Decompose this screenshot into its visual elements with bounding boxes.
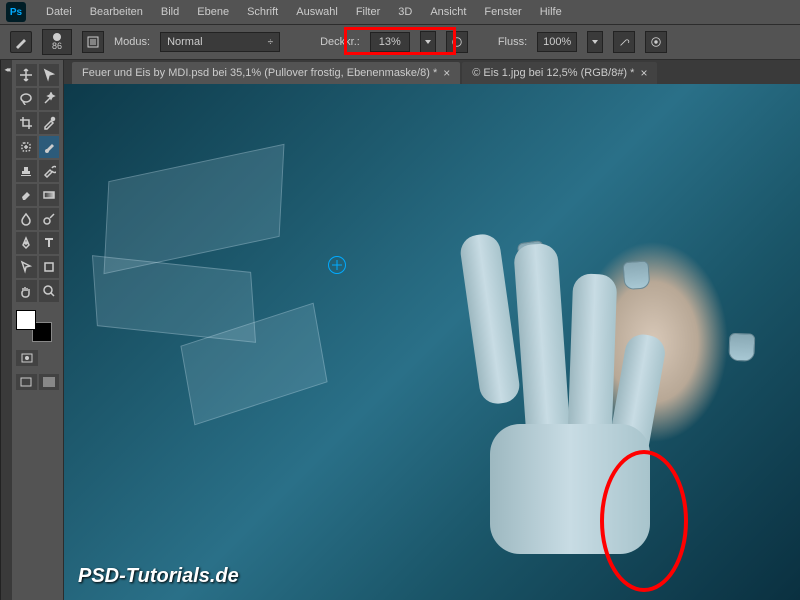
mode-label: Modus: bbox=[114, 36, 150, 48]
canvas-image-hand bbox=[420, 224, 680, 584]
eraser-tool[interactable] bbox=[16, 184, 37, 206]
zoom-tool[interactable] bbox=[39, 280, 60, 302]
crop-tool[interactable] bbox=[16, 112, 37, 134]
stamp-tool[interactable] bbox=[16, 160, 37, 182]
pressure-size-toggle[interactable] bbox=[645, 31, 667, 53]
menu-file[interactable]: Datei bbox=[38, 2, 80, 22]
tab-label: © Eis 1.jpg bei 12,5% (RGB/8#) * bbox=[472, 67, 634, 79]
direct-select-tool[interactable] bbox=[16, 256, 37, 278]
menu-edit[interactable]: Bearbeiten bbox=[82, 2, 151, 22]
canvas[interactable]: PSD-Tutorials.de bbox=[64, 84, 800, 600]
menu-3d[interactable]: 3D bbox=[390, 2, 420, 22]
options-bar: 86 Modus: Normal ÷ Deckkr.: 13% Fluss: 1… bbox=[0, 24, 800, 60]
gradient-tool[interactable] bbox=[39, 184, 60, 206]
blend-mode-value: Normal bbox=[167, 36, 202, 48]
watermark-text: PSD-Tutorials.de bbox=[78, 565, 239, 588]
opacity-label: Deckkr.: bbox=[320, 36, 360, 48]
brush-tool[interactable] bbox=[39, 136, 60, 158]
blur-tool[interactable] bbox=[16, 208, 37, 230]
tab-close-button[interactable]: × bbox=[443, 66, 450, 80]
menu-type[interactable]: Schrift bbox=[239, 2, 286, 22]
brush-cursor-icon bbox=[328, 256, 346, 274]
menu-view[interactable]: Ansicht bbox=[422, 2, 474, 22]
flow-label: Fluss: bbox=[498, 36, 527, 48]
flow-dropdown-arrow[interactable] bbox=[587, 31, 603, 53]
menu-select[interactable]: Auswahl bbox=[288, 2, 346, 22]
brush-size-label: 86 bbox=[52, 41, 62, 51]
tab-background-document[interactable]: © Eis 1.jpg bei 12,5% (RGB/8#) * × bbox=[462, 62, 657, 84]
flow-input[interactable]: 100% bbox=[537, 32, 577, 52]
healing-brush-tool[interactable] bbox=[16, 136, 37, 158]
menu-layer[interactable]: Ebene bbox=[189, 2, 237, 22]
opacity-input[interactable]: 13% bbox=[370, 32, 410, 52]
brush-dot-icon bbox=[53, 33, 61, 41]
document-area: Feuer und Eis by MDI.psd bei 35,1% (Pull… bbox=[64, 60, 800, 600]
brush-panel-toggle[interactable] bbox=[82, 31, 104, 53]
tab-label: Feuer und Eis by MDI.psd bei 35,1% (Pull… bbox=[82, 67, 437, 79]
dodge-tool[interactable] bbox=[39, 208, 60, 230]
menu-filter[interactable]: Filter bbox=[348, 2, 388, 22]
menu-bar: Ps Datei Bearbeiten Bild Ebene Schrift A… bbox=[0, 0, 800, 24]
color-swatches[interactable] bbox=[16, 310, 52, 342]
history-brush-tool[interactable] bbox=[39, 160, 60, 182]
type-tool[interactable] bbox=[39, 232, 60, 254]
panel-collapse-left[interactable]: ◂◂ bbox=[0, 60, 12, 600]
collapse-icon: ◂◂ bbox=[4, 66, 8, 74]
document-tabs: Feuer und Eis by MDI.psd bei 35,1% (Pull… bbox=[64, 60, 800, 84]
airbrush-toggle[interactable] bbox=[613, 31, 635, 53]
shape-tool[interactable] bbox=[39, 256, 60, 278]
pen-tool[interactable] bbox=[16, 232, 37, 254]
path-select-tool[interactable] bbox=[39, 64, 60, 86]
opacity-dropdown-arrow[interactable] bbox=[420, 31, 436, 53]
tools-panel bbox=[12, 60, 64, 600]
tool-preset-picker[interactable] bbox=[10, 31, 32, 53]
quickmask-toggle[interactable] bbox=[16, 350, 38, 366]
screenmode-full[interactable] bbox=[39, 374, 60, 390]
menu-image[interactable]: Bild bbox=[153, 2, 187, 22]
tab-active-document[interactable]: Feuer und Eis by MDI.psd bei 35,1% (Pull… bbox=[72, 62, 460, 84]
move-tool[interactable] bbox=[16, 64, 37, 86]
magic-wand-tool[interactable] bbox=[39, 88, 60, 110]
app-logo: Ps bbox=[6, 2, 26, 22]
screenmode-standard[interactable] bbox=[16, 374, 37, 390]
foreground-swatch[interactable] bbox=[16, 310, 36, 330]
hand-tool[interactable] bbox=[16, 280, 37, 302]
pressure-opacity-toggle[interactable] bbox=[446, 31, 468, 53]
eyedropper-tool[interactable] bbox=[39, 112, 60, 134]
brush-preset-picker[interactable]: 86 bbox=[42, 29, 72, 55]
lasso-tool[interactable] bbox=[16, 88, 37, 110]
menu-help[interactable]: Hilfe bbox=[532, 2, 570, 22]
blend-mode-dropdown[interactable]: Normal ÷ bbox=[160, 32, 280, 52]
menu-window[interactable]: Fenster bbox=[476, 2, 529, 22]
tab-close-button[interactable]: × bbox=[640, 66, 647, 80]
